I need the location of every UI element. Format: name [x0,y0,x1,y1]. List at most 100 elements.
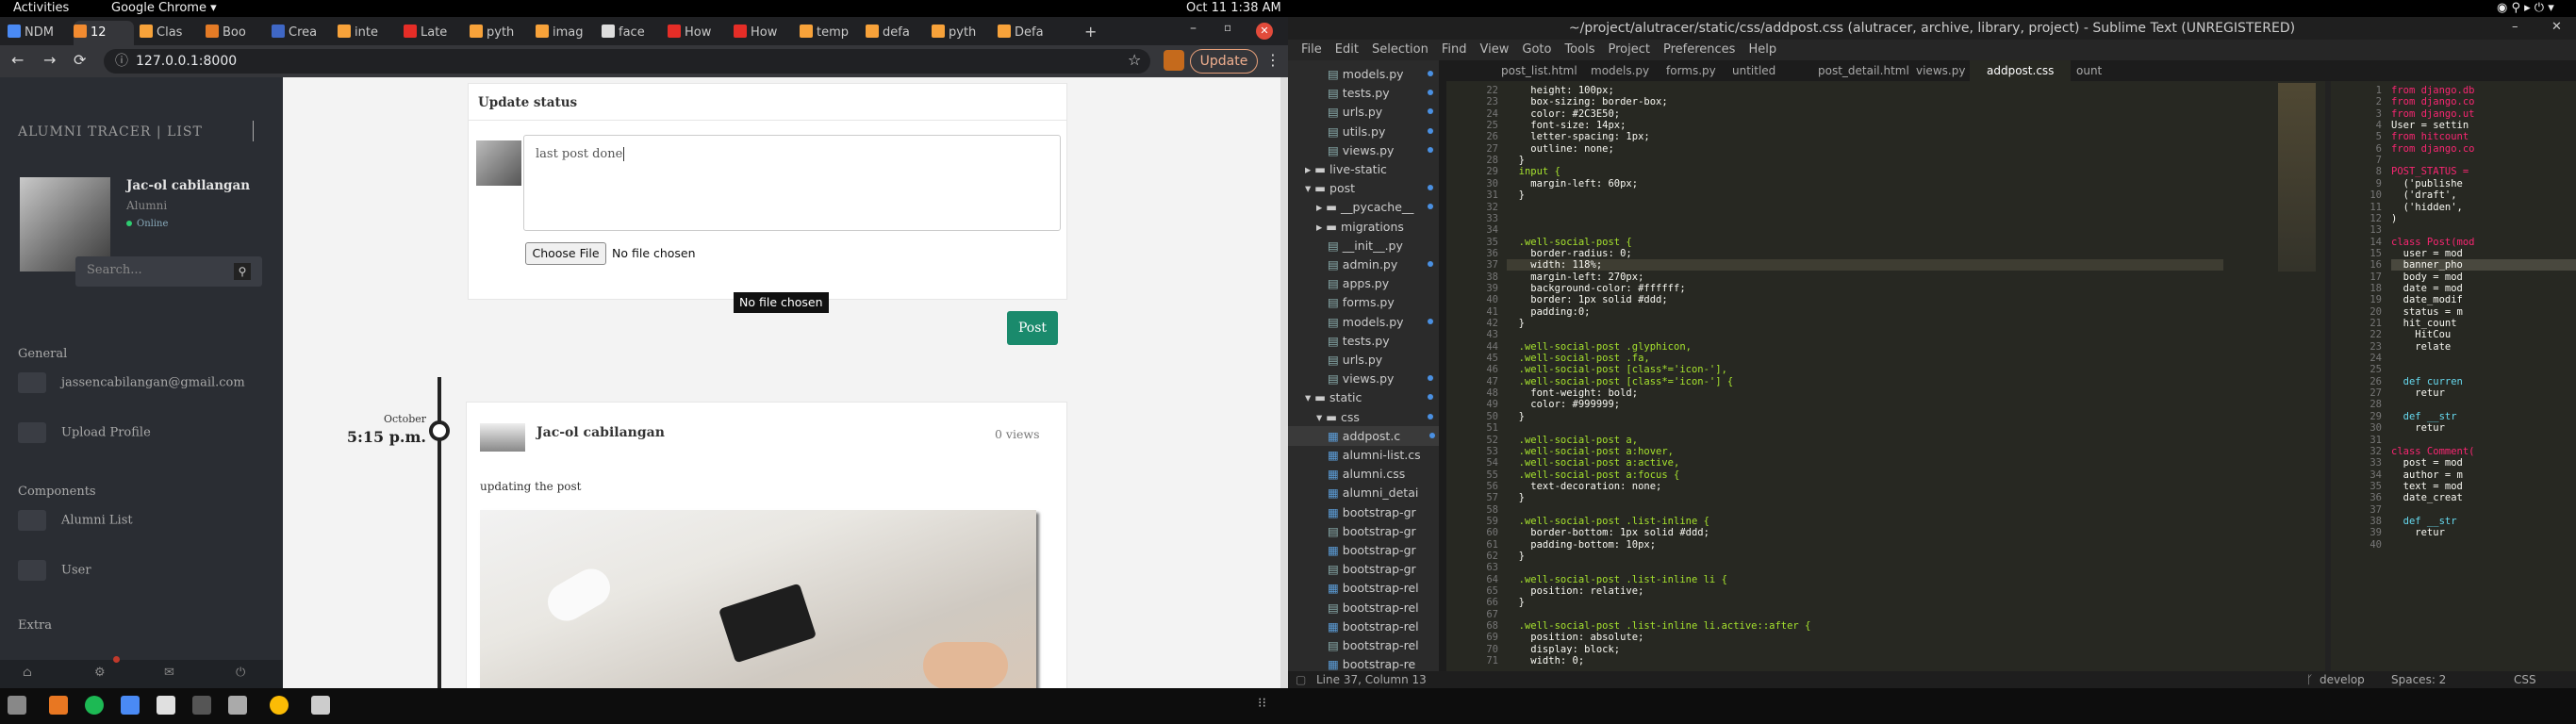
tree-file[interactable]: ▤ urls.py [1328,350,1437,370]
clock[interactable]: Oct 11 1:38 AM [1186,1,1281,16]
back-icon[interactable]: ← [11,51,24,69]
show-apps-icon[interactable]: ⁝⁝ [1258,696,1277,715]
right-pane-code[interactable]: from django.db from django.co from django.… [2391,81,2576,671]
tree-file[interactable]: ▤ admin.py [1328,255,1437,274]
tree-file[interactable]: ▤ bootstrap-gr [1328,559,1437,579]
browser-tab[interactable]: temp [800,21,860,45]
browser-tab[interactable]: How [734,21,794,45]
post-author[interactable]: Jac-ol cabilangan [537,425,665,440]
power-icon[interactable]: ⏻ [236,666,245,680]
bookmark-star-icon[interactable]: ☆ [1128,51,1141,69]
address-bar[interactable]: ⓘ 127.0.0.1:8000 [104,49,1150,74]
app-menu[interactable]: Google Chrome ▾ [111,1,217,16]
tree-file[interactable]: ▤ apps.py [1328,273,1437,293]
editor-scrollbar[interactable] [2325,81,2331,671]
editor-tab[interactable]: addpost.css [1970,60,2072,81]
page-scrollbar[interactable] [1280,77,1288,688]
settings-gear-icon[interactable]: ⚙ [94,666,106,680]
sublime-minimize-button[interactable]: – [2512,20,2518,34]
tree-folder[interactable]: ▸ ▬ migrations [1316,217,1437,237]
tree-file[interactable]: ▤ __init__.py [1328,236,1437,255]
update-button[interactable]: Update [1190,49,1258,74]
info-icon[interactable]: ⓘ [115,54,128,69]
menu-item[interactable]: Help [1748,42,1776,57]
menu-item[interactable]: View [1480,42,1510,57]
menu-item[interactable]: Preferences [1663,42,1735,57]
editor-tab[interactable]: ount [2059,60,2119,81]
browser-tab[interactable]: pyth [470,21,530,45]
browser-tab[interactable]: Clas [140,21,200,45]
tree-folder[interactable]: ▾ ▬ css [1316,407,1437,427]
menu-item[interactable]: File [1301,42,1322,57]
files-icon[interactable] [8,696,26,715]
tree-file[interactable]: ▦ bootstrap-rel [1328,617,1437,636]
syntax-setting[interactable]: CSS [2514,671,2536,688]
browser-tab[interactable]: defa [866,21,926,45]
browser-tab[interactable]: How [668,21,728,45]
browser-tab[interactable]: NDM [8,21,68,45]
extension-icon[interactable] [1164,50,1184,71]
menu-item[interactable]: Goto [1522,42,1551,57]
tree-file[interactable]: ▤ forms.py [1328,292,1437,312]
tree-file[interactable]: ▤ views.py [1328,140,1437,160]
menu-user[interactable]: User [18,560,91,581]
minimize-button[interactable]: – [1190,21,1197,36]
menu-alumni-list[interactable]: Alumni List [18,510,133,531]
tree-file[interactable]: ▤ bootstrap-gr [1328,521,1437,541]
tree-file[interactable]: ▦ bootstrap-rel [1328,578,1437,598]
tree-folder[interactable]: ▾ ▬ post [1305,178,1437,198]
tree-file[interactable]: ▤ utils.py [1328,122,1437,141]
browser-tab[interactable]: imag [536,21,596,45]
tree-file[interactable]: ▤ urls.py [1328,102,1437,122]
mail-icon[interactable]: ✉ [164,666,174,680]
media-icon[interactable] [228,696,247,715]
app-icon[interactable] [192,696,211,715]
tree-file[interactable]: ▦ alumni_detai [1328,483,1437,502]
menu-item[interactable]: Find [1442,42,1467,57]
tree-file[interactable]: ▤ models.py [1328,312,1437,332]
panel-toggle-icon[interactable]: ▢ [1296,671,1306,688]
browser-tab[interactable]: 12 [74,21,134,45]
chrome-menu-icon[interactable]: ⋮ [1265,51,1280,69]
activities-button[interactable]: Activities [13,1,69,16]
tree-folder[interactable]: ▾ ▬ static [1305,387,1437,407]
minimap[interactable] [2278,83,2316,272]
git-branch[interactable]: develop [2320,671,2365,688]
tree-file[interactable]: ▤ tests.py [1328,83,1437,103]
browser-tab[interactable]: inte [338,21,398,45]
forward-icon[interactable]: → [43,51,56,69]
tree-folder[interactable]: ▸ ▬ __pycache__ [1316,197,1437,217]
tree-file[interactable]: ▤ tests.py [1328,331,1437,351]
status-textarea[interactable]: last post done [523,135,1061,231]
menu-item[interactable]: Edit [1335,42,1359,57]
spotify-icon[interactable] [85,696,104,715]
menu-email[interactable]: jassencabilangan@gmail.com [18,372,245,393]
tree-file[interactable]: ▦ alumni.css [1328,464,1437,484]
tree-file[interactable]: ▦ alumni-list.cs [1328,445,1437,465]
browser-tab[interactable]: Crea [272,21,332,45]
new-tab-button[interactable]: + [1084,23,1097,41]
gmail-icon[interactable] [157,696,175,715]
vlc-icon[interactable] [49,696,68,715]
sublime-icon[interactable] [311,696,330,715]
tree-file[interactable]: ▦ addpost.c [1288,425,1439,446]
browser-tab[interactable]: pyth [932,21,992,45]
editor-tab[interactable]: untitled [1715,60,1792,81]
browser-tab[interactable]: Defa [998,21,1058,45]
menu-item[interactable]: Selection [1372,42,1428,57]
tree-file[interactable]: ▤ views.py [1328,369,1437,388]
tree-file[interactable]: ▤ bootstrap-rel [1328,635,1437,655]
search-icon[interactable]: ⚲ [234,263,251,280]
docs-icon[interactable] [121,696,140,715]
browser-tab[interactable]: face [602,21,662,45]
browser-tab[interactable]: Boo [206,21,266,45]
browser-tab[interactable]: Late [404,21,464,45]
chrome-icon[interactable] [270,696,289,715]
code-editor[interactable]: height: 100px; box-sizing: border-box; c… [1507,81,2223,671]
post-button[interactable]: Post [1007,311,1058,345]
sublime-close-button[interactable]: ✕ [2551,20,2562,34]
indentation-setting[interactable]: Spaces: 2 [2391,671,2446,688]
home-icon[interactable]: ⌂ [23,666,32,680]
menu-upload-profile[interactable]: Upload Profile [18,422,151,443]
choose-file-button[interactable]: Choose File [525,242,606,265]
